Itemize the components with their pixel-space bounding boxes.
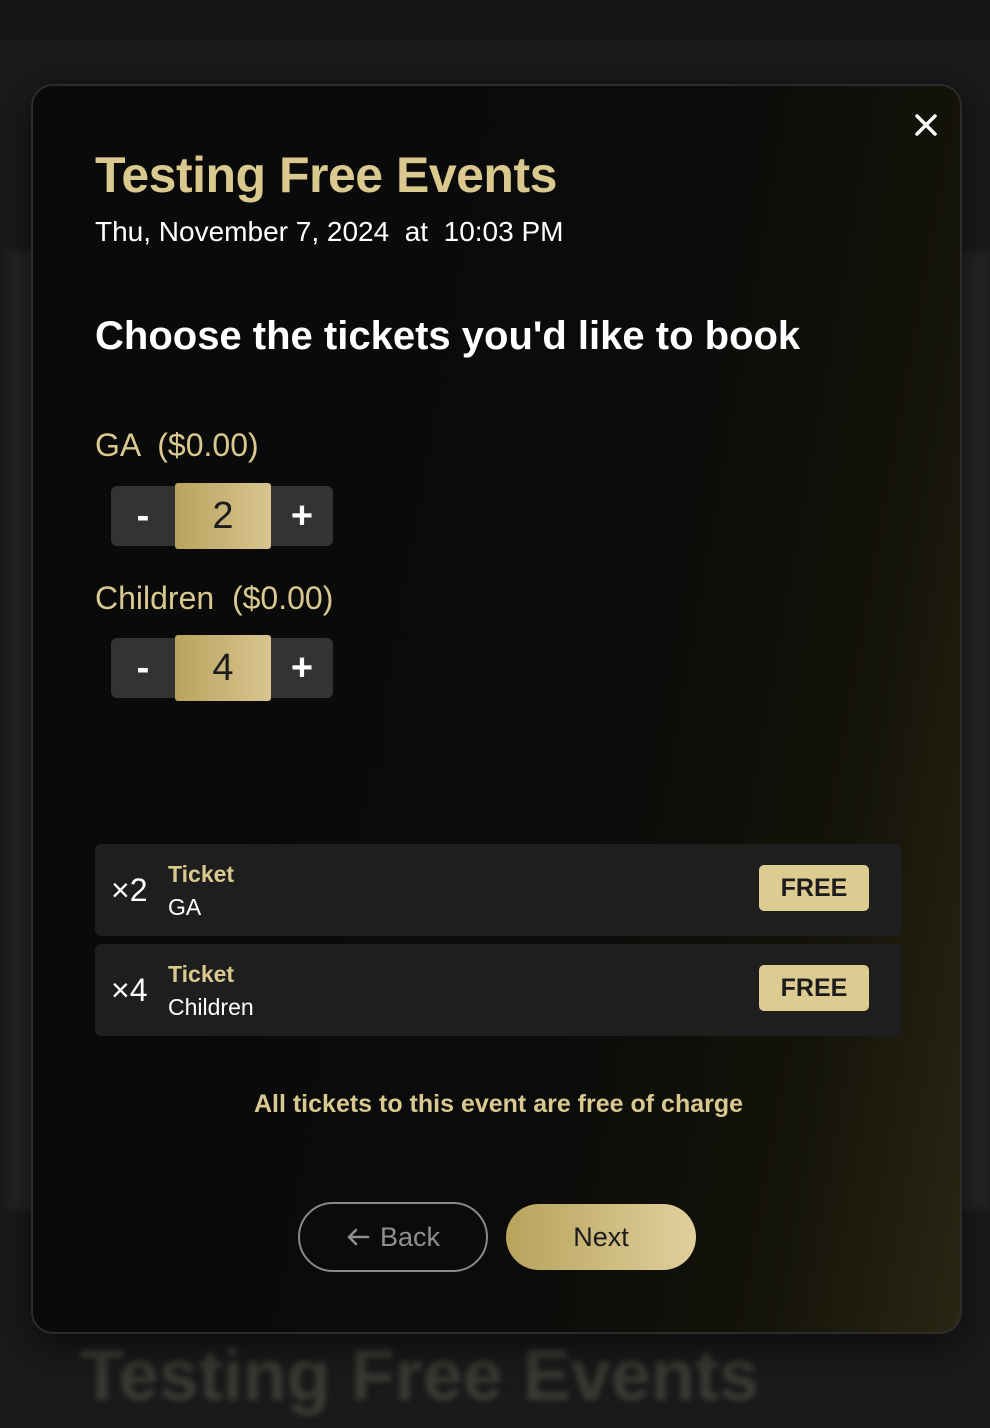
close-icon[interactable] <box>914 113 938 137</box>
background-event-title: Testing Free Events <box>80 1336 759 1416</box>
summary-quantity: ×4 <box>111 972 148 1008</box>
free-price-badge: FREE <box>759 865 869 911</box>
ticket-type-label-ga: GA ($0.00) <box>95 427 259 463</box>
ticket-type-label-children: Children ($0.00) <box>95 580 334 616</box>
ticket-booking-modal: Testing Free Events Thu, November 7, 202… <box>31 84 962 1334</box>
next-button[interactable]: Next <box>506 1204 696 1270</box>
quantity-value-ga[interactable]: 2 <box>175 483 271 549</box>
event-date: Thu, November 7, 2024 at 10:03 PM <box>95 216 564 247</box>
free-price-badge: FREE <box>759 965 869 1011</box>
summary-ticket-name: GA <box>168 894 202 920</box>
decrease-children-button[interactable]: - <box>111 638 175 698</box>
increase-children-button[interactable]: + <box>271 638 333 698</box>
next-button-label: Next <box>573 1221 629 1252</box>
summary-row-ga: ×2 Ticket GA FREE <box>95 844 901 936</box>
arrow-left-icon <box>347 1228 370 1246</box>
event-title: Testing Free Events <box>95 147 557 203</box>
background-card-right <box>960 250 990 1210</box>
summary-ticket-name: Children <box>168 994 254 1020</box>
back-button-label: Back <box>379 1221 441 1252</box>
quantity-value-children[interactable]: 4 <box>175 635 271 701</box>
summary-kind: Ticket <box>168 861 235 887</box>
summary-quantity: ×2 <box>111 872 148 908</box>
choose-tickets-heading: Choose the tickets you'd like to book <box>95 314 801 358</box>
summary-kind: Ticket <box>168 961 235 987</box>
background-header <box>0 0 990 40</box>
decrease-ga-button[interactable]: - <box>111 486 175 546</box>
close-button[interactable] <box>911 110 941 140</box>
quantity-stepper-children: - 4 + <box>111 635 333 701</box>
increase-ga-button[interactable]: + <box>271 486 333 546</box>
quantity-stepper-ga: - 2 + <box>111 483 333 549</box>
free-of-charge-note: All tickets to this event are free of ch… <box>253 1090 744 1118</box>
summary-row-children: ×4 Ticket Children FREE <box>95 944 901 1036</box>
back-button[interactable]: Back <box>298 1202 488 1272</box>
